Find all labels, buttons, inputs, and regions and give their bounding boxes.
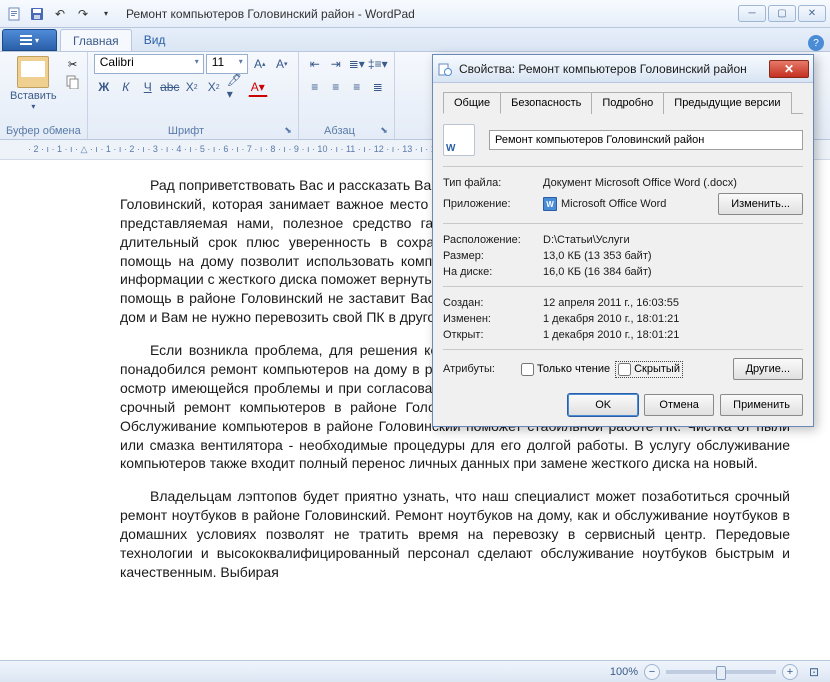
font-size-select[interactable]: 11 <box>206 54 248 74</box>
accessed-label: Открыт: <box>443 329 543 341</box>
highlight-button[interactable]: 🖊▾ <box>226 77 246 97</box>
font-color-button[interactable]: A▾ <box>248 77 268 97</box>
ribbon-tabs: Главная Вид ? <box>0 28 830 52</box>
size-label: Размер: <box>443 250 543 262</box>
minimize-button[interactable]: ─ <box>738 5 766 22</box>
advanced-attributes-button[interactable]: Другие... <box>733 358 803 380</box>
dialog-title-bar[interactable]: Свойства: Ремонт компьютеров Головинский… <box>433 55 813 83</box>
created-value: 12 апреля 2011 г., 16:03:55 <box>543 297 803 309</box>
group-paragraph: ⇤ ⇥ ≣▾ ‡≡▾ ≡ ≡ ≡ ≣ Абзац ⬊ <box>299 52 395 139</box>
tab-details[interactable]: Подробно <box>591 92 664 114</box>
align-left-icon[interactable]: ≡ <box>305 77 325 97</box>
zoom-slider[interactable] <box>666 670 776 674</box>
cut-icon[interactable]: ✂ <box>65 56 81 72</box>
superscript-button[interactable]: X2 <box>204 77 224 97</box>
group-clipboard: Вставить ▾ ✂ Буфер обмена <box>0 52 88 139</box>
file-type-icon <box>443 124 475 156</box>
copy-icon[interactable] <box>65 74 81 90</box>
group-paragraph-label: Абзац <box>324 125 355 137</box>
application-value: Microsoft Office Word <box>561 198 666 210</box>
quick-access-toolbar: ↶ ↷ ▾ <box>4 4 116 24</box>
line-spacing-icon[interactable]: ‡≡▾ <box>368 54 388 74</box>
save-icon[interactable] <box>27 4 47 24</box>
paste-icon <box>17 56 49 88</box>
undo-icon[interactable]: ↶ <box>50 4 70 24</box>
readonly-checkbox[interactable]: Только чтение <box>521 363 610 376</box>
paste-label: Вставить <box>10 90 57 102</box>
app-icon[interactable] <box>4 4 24 24</box>
align-center-icon[interactable]: ≡ <box>326 77 346 97</box>
ok-button[interactable]: OK <box>568 394 638 416</box>
created-label: Создан: <box>443 297 543 309</box>
underline-button[interactable]: Ч <box>138 77 158 97</box>
modified-value: 1 декабря 2010 г., 18:01:21 <box>543 313 803 325</box>
dialog-close-button[interactable]: ✕ <box>769 60 809 78</box>
paragraph-launcher-icon[interactable]: ⬊ <box>380 125 388 136</box>
zoom-value: 100% <box>610 666 638 678</box>
change-app-button[interactable]: Изменить... <box>718 193 803 215</box>
align-right-icon[interactable]: ≡ <box>347 77 367 97</box>
shrink-font-icon[interactable]: A▾ <box>272 54 292 74</box>
zoom-out-button[interactable]: − <box>644 664 660 680</box>
window-title: Ремонт компьютеров Головинский район - W… <box>126 7 738 21</box>
hidden-checkbox[interactable]: Скрытый <box>616 362 682 377</box>
grow-font-icon[interactable]: A▴ <box>250 54 270 74</box>
dialog-title: Свойства: Ремонт компьютеров Головинский… <box>459 62 769 76</box>
accessed-value: 1 декабря 2010 г., 18:01:21 <box>543 329 803 341</box>
strike-button[interactable]: abc <box>160 77 180 97</box>
properties-icon <box>437 61 453 77</box>
cancel-button[interactable]: Отмена <box>644 394 714 416</box>
dialog-body: Общие Безопасность Подробно Предыдущие в… <box>433 83 813 426</box>
size-value: 13,0 КБ (13 353 байт) <box>543 250 803 262</box>
apply-button[interactable]: Применить <box>720 394 803 416</box>
size-on-disk-label: На диске: <box>443 266 543 278</box>
file-type-value: Документ Microsoft Office Word (.docx) <box>543 177 803 189</box>
maximize-button[interactable]: ▢ <box>768 5 796 22</box>
help-icon[interactable]: ? <box>808 35 824 51</box>
window-controls: ─ ▢ ✕ <box>738 5 826 22</box>
font-launcher-icon[interactable]: ⬊ <box>284 125 292 136</box>
bullets-icon[interactable]: ≣▾ <box>347 54 367 74</box>
paste-button[interactable]: Вставить ▾ <box>6 54 61 113</box>
location-value: D:\Статьи\Услуги <box>543 234 803 246</box>
file-menu-button[interactable] <box>2 29 57 51</box>
dialog-tabs: Общие Безопасность Подробно Предыдущие в… <box>443 91 803 114</box>
decrease-indent-icon[interactable]: ⇤ <box>305 54 325 74</box>
italic-button[interactable]: К <box>116 77 136 97</box>
location-label: Расположение: <box>443 234 543 246</box>
group-font: Calibri 11 A▴ A▾ Ж К Ч abc X2 X2 🖊▾ A▾ Ш… <box>88 52 299 139</box>
application-label: Приложение: <box>443 198 543 210</box>
size-on-disk-value: 16,0 КБ (16 384 байт) <box>543 266 803 278</box>
increase-indent-icon[interactable]: ⇥ <box>326 54 346 74</box>
filename-input[interactable] <box>489 130 803 150</box>
close-button[interactable]: ✕ <box>798 5 826 22</box>
tab-security[interactable]: Безопасность <box>500 92 592 114</box>
word-icon: W <box>543 197 557 211</box>
status-bar: 100% − + ⊡ <box>0 660 830 682</box>
zoom-in-button[interactable]: + <box>782 664 798 680</box>
fit-button[interactable]: ⊡ <box>804 662 824 682</box>
tab-previous-versions[interactable]: Предыдущие версии <box>663 92 791 114</box>
redo-icon[interactable]: ↷ <box>73 4 93 24</box>
tab-home[interactable]: Главная <box>60 29 132 51</box>
attributes-label: Атрибуты: <box>443 363 515 375</box>
font-family-select[interactable]: Calibri <box>94 54 204 74</box>
align-justify-icon[interactable]: ≣ <box>368 77 388 97</box>
tab-view[interactable]: Вид <box>132 29 178 51</box>
tab-general[interactable]: Общие <box>443 92 501 114</box>
title-bar: ↶ ↷ ▾ Ремонт компьютеров Головинский рай… <box>0 0 830 28</box>
subscript-button[interactable]: X2 <box>182 77 202 97</box>
bold-button[interactable]: Ж <box>94 77 114 97</box>
group-clipboard-label: Буфер обмена <box>6 124 81 139</box>
properties-dialog: Свойства: Ремонт компьютеров Головинский… <box>432 54 814 427</box>
paragraph: Владельцам лэптопов будет приятно узнать… <box>120 487 790 581</box>
qat-dropdown-icon[interactable]: ▾ <box>96 4 116 24</box>
modified-label: Изменен: <box>443 313 543 325</box>
group-font-label: Шрифт <box>168 125 204 137</box>
file-type-label: Тип файла: <box>443 177 543 189</box>
